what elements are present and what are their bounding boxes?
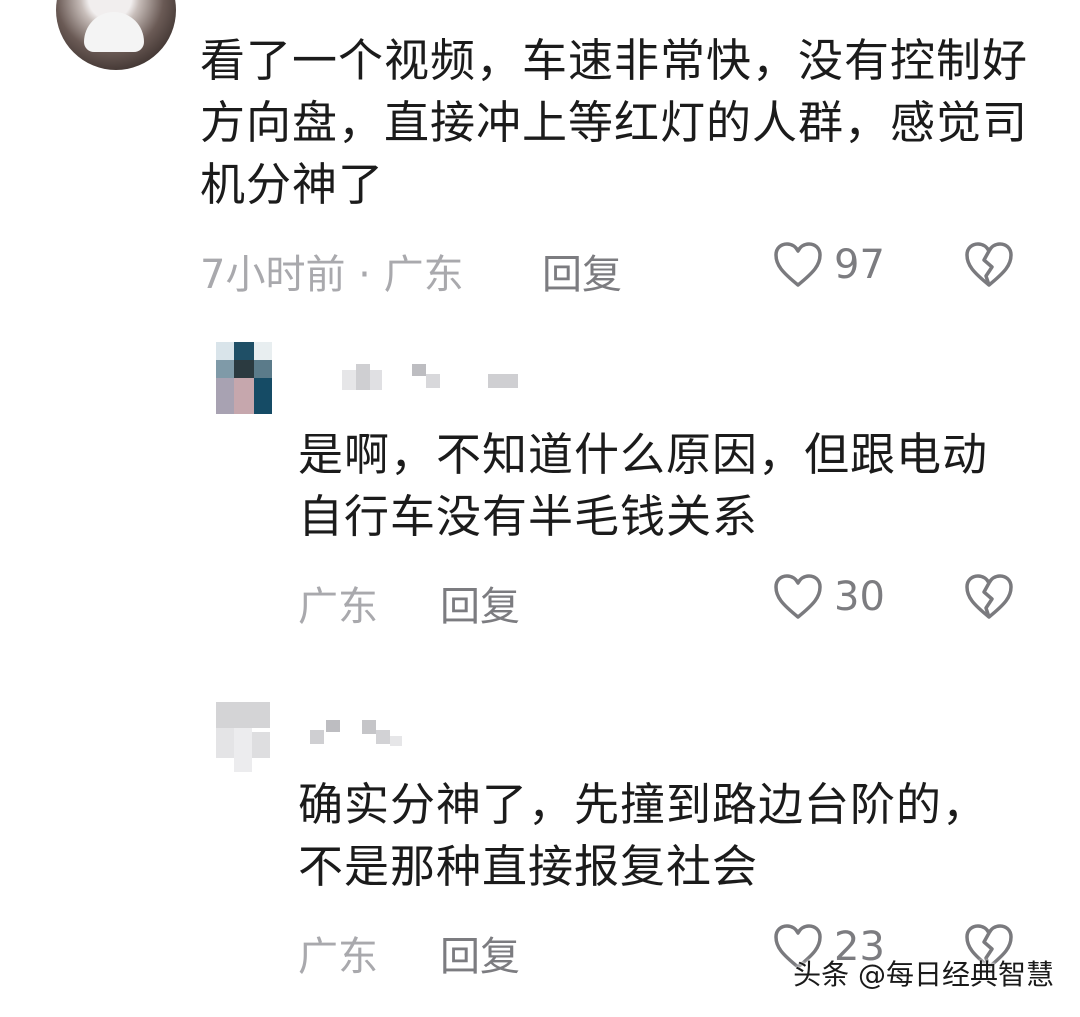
- mask-shape: [84, 12, 144, 52]
- heart-outline-icon[interactable]: [772, 240, 824, 290]
- reply-meta: 广东: [298, 934, 378, 980]
- watermark: 头条 @每日经典智慧: [793, 958, 1054, 991]
- like-count: 97: [834, 242, 885, 288]
- comment-text: 看了一个视频，车速非常快，没有控制好方向盘，直接冲上等红灯的人群，感觉司机分神了: [200, 34, 1029, 211]
- commenter-avatar[interactable]: [56, 0, 176, 70]
- heart-outline-icon[interactable]: [772, 572, 824, 622]
- reply-username-blurred: [300, 720, 420, 746]
- like-count: 30: [834, 574, 885, 620]
- reply-text: 是啊，不知道什么原因，但跟电动自行车没有半毛钱关系: [298, 428, 989, 543]
- reply-avatar[interactable]: [216, 702, 272, 774]
- broken-heart-icon[interactable]: [962, 240, 1016, 290]
- reply-button[interactable]: 回复: [440, 574, 520, 632]
- broken-heart-icon[interactable]: [962, 572, 1016, 622]
- reply-username-blurred: [300, 364, 530, 390]
- reply-text: 确实分神了，先撞到路边台阶的，不是那种直接报复社会: [298, 778, 989, 893]
- reply-button[interactable]: 回复: [542, 242, 622, 300]
- reply-button[interactable]: 回复: [440, 924, 520, 982]
- comment-meta: 7小时前 · 广东: [200, 252, 464, 298]
- reply-meta: 广东: [298, 584, 378, 630]
- reply-avatar[interactable]: [216, 342, 272, 414]
